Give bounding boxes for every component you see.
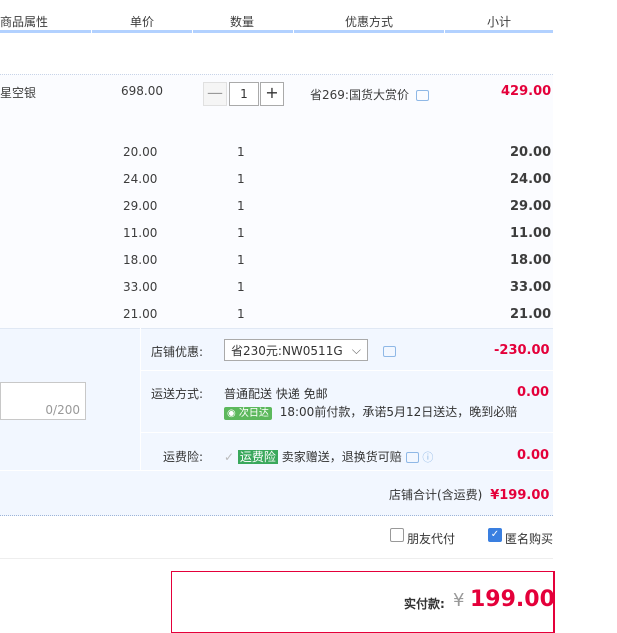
shop-discount-label: 店铺优惠: [151, 345, 204, 359]
item-promo-text: 省269:国货大赏价 [310, 88, 409, 102]
col-promo-header: 优惠方式 [345, 15, 394, 29]
sub-item-price: 18.00 [123, 253, 158, 267]
table-header: 商品属性 单价 数量 优惠方式 小计 [0, 0, 553, 33]
sub-item-price: 33.00 [123, 280, 158, 294]
quantity-input[interactable]: 1 [229, 82, 259, 106]
shop-discount-select[interactable]: 省230元:NW0511G ⌵ [224, 339, 368, 361]
friend-pay-label: 朋友代付 [407, 532, 456, 546]
item-promo: 省269:国货大赏价 [310, 86, 429, 103]
sub-item-qty: 1 [237, 226, 245, 240]
shipping-method: 普通配送 快递 免邮 [224, 387, 328, 401]
insurance-row: ✓ 运费险 卖家赠送，退换货可赔 ⓘ [224, 448, 433, 465]
sub-item-subtotal: 20.00 [510, 145, 552, 160]
col-subtotal-header: 小计 [487, 15, 512, 29]
anonymous-checkbox[interactable]: ✓ [488, 528, 502, 542]
sub-item-qty: 1 [237, 145, 245, 159]
col-qty-header: 数量 [230, 15, 255, 29]
shipping-promise-row: ◉ 次日达 18:00前付款，承诺5月12日送达，晚到必赔 [224, 403, 517, 420]
shop-total: 店铺合计(含运费) ¥199.00 [389, 486, 549, 503]
sub-item-subtotal: 29.00 [510, 199, 552, 214]
minus-button[interactable]: — [203, 82, 227, 106]
memo-input[interactable]: 0/200 [0, 382, 86, 420]
sub-item-qty: 1 [237, 253, 245, 267]
item-attr: 星空银 [0, 86, 37, 100]
sub-item-price: 29.00 [123, 199, 158, 213]
sub-item-qty: 1 [237, 280, 245, 294]
payment-amount: 199.00 [470, 587, 555, 612]
shipping-promise: 18:00前付款，承诺5月12日送达，晚到必赔 [279, 405, 518, 419]
shop-discount-amount: -230.00 [494, 343, 550, 358]
col-price-header: 单价 [130, 15, 155, 29]
shop-discount-value: 省230元:NW0511G [231, 344, 343, 358]
sub-item-subtotal: 11.00 [510, 226, 552, 241]
sub-item-subtotal: 24.00 [510, 172, 552, 187]
shop-total-amount: ¥199.00 [490, 488, 550, 503]
item-price: 698.00 [121, 84, 163, 98]
chevron-down-icon: ⌵ [351, 343, 361, 357]
next-day-badge: ◉ 次日达 [224, 407, 272, 420]
checkmark-icon: ✓ [224, 450, 235, 464]
sub-item-subtotal: 18.00 [510, 253, 552, 268]
sub-item-qty: 1 [237, 307, 245, 321]
sub-item-subtotal: 33.00 [510, 280, 552, 295]
items-section [0, 74, 553, 329]
shipping-label: 运送方式: [151, 387, 204, 401]
item-subtotal: 429.00 [501, 84, 552, 99]
next-day-badge-text: 次日达 [238, 408, 269, 419]
sub-item-qty: 1 [237, 172, 245, 186]
shop-total-label: 店铺合计(含运费) [389, 488, 483, 502]
memo-counter: 0/200 [45, 403, 80, 417]
chat-icon[interactable] [383, 346, 396, 357]
chat-icon[interactable] [405, 452, 419, 463]
payment-summary: 实付款: ¥ 199.00 [171, 571, 555, 633]
quantity-stepper: — 1 + [203, 82, 284, 106]
friend-pay-checkbox[interactable] [390, 528, 404, 542]
sub-item-price: 21.00 [123, 307, 158, 321]
plus-button[interactable]: + [260, 82, 284, 106]
anonymous-label: 匿名购买 [505, 532, 554, 546]
sub-item-price: 24.00 [123, 172, 158, 186]
sub-item-subtotal: 21.00 [510, 307, 552, 322]
insurance-amount: 0.00 [517, 448, 550, 463]
insurance-label: 运费险: [163, 450, 204, 464]
col-attr-header: 商品属性 [0, 15, 49, 29]
payment-label: 实付款: [404, 597, 445, 611]
insurance-tag: 运费险 [237, 450, 278, 464]
help-icon[interactable]: ⓘ [422, 451, 433, 464]
chat-icon[interactable] [415, 90, 429, 101]
sub-item-price: 20.00 [123, 145, 158, 159]
sub-item-qty: 1 [237, 199, 245, 213]
shipping-amount: 0.00 [517, 385, 550, 400]
currency-symbol: ¥ [453, 590, 465, 611]
insurance-text: 卖家赠送，退换货可赔 [281, 450, 402, 464]
sub-item-price: 11.00 [123, 226, 158, 240]
